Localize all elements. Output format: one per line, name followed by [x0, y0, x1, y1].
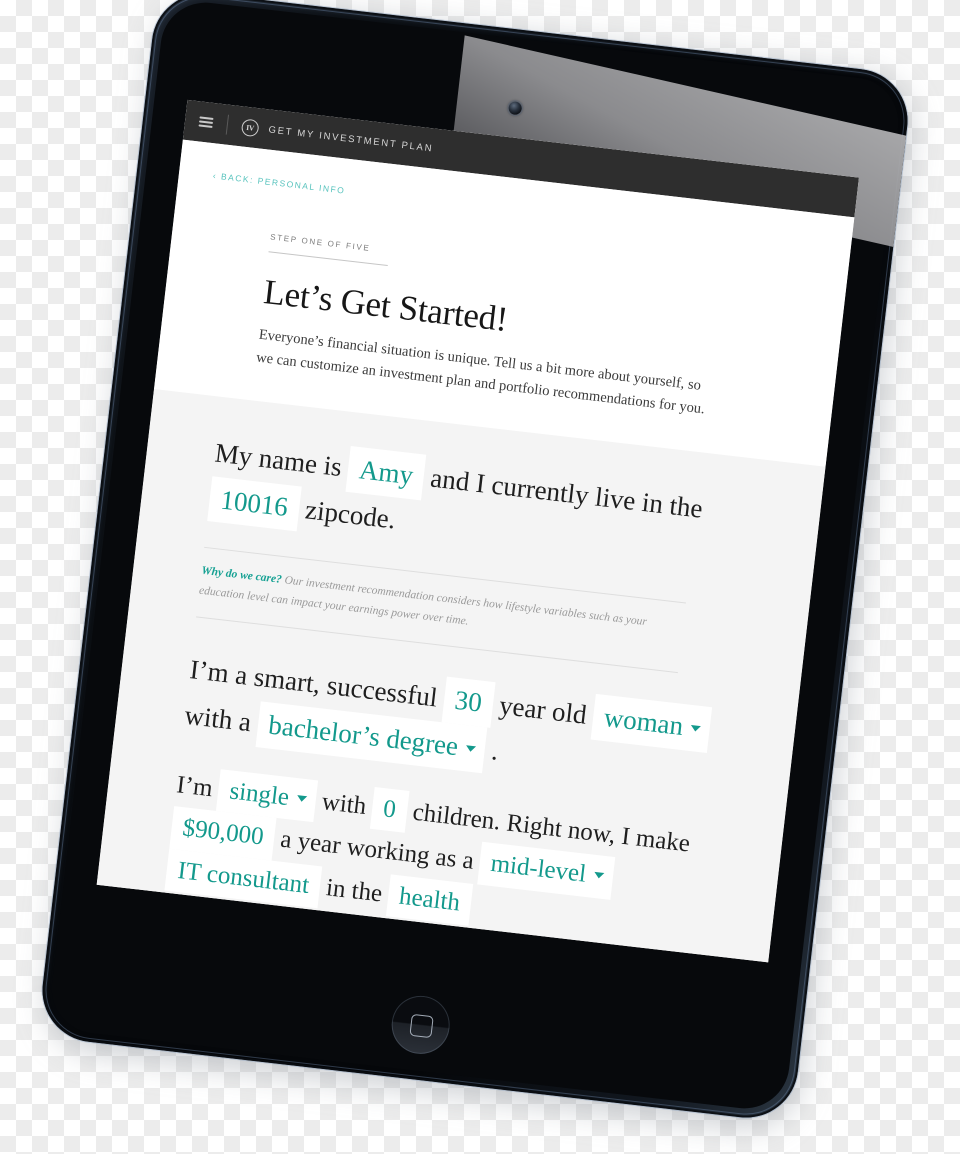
tablet-device: IV GET MY INVESTMENT PLAN ‹ BACK: PERSON… — [36, 0, 917, 1134]
screen-viewport: IV GET MY INVESTMENT PLAN ‹ BACK: PERSON… — [96, 99, 859, 963]
hamburger-menu-icon[interactable] — [198, 116, 214, 128]
household-text-2: with — [320, 787, 368, 820]
industry-input[interactable]: health — [385, 873, 474, 926]
education-select-value: bachelor’s degree — [267, 709, 460, 762]
gender-select-value: woman — [602, 702, 685, 742]
app-bar-title: GET MY INVESTMENT PLAN — [267, 123, 434, 154]
device-stage: IV GET MY INVESTMENT PLAN ‹ BACK: PERSON… — [0, 0, 960, 1154]
chevron-down-icon — [593, 872, 605, 880]
identity-text-3: live in the — [593, 481, 705, 524]
household-text-5: a year — [279, 825, 343, 860]
gender-select[interactable]: woman — [590, 693, 713, 753]
back-link[interactable]: ‹ BACK: PERSONAL INFO — [212, 170, 345, 195]
seniority-select[interactable]: mid-level — [477, 841, 616, 900]
form-section: My name is Amy and I currently live in t… — [96, 388, 826, 963]
identity-text-4: zipcode. — [303, 494, 398, 535]
age-input[interactable]: 30 — [441, 676, 496, 728]
app-bar-divider — [225, 114, 230, 135]
brand-logo-icon[interactable]: IV — [240, 117, 260, 137]
name-input[interactable]: Amy — [345, 445, 427, 501]
identity-text-1: My name is — [213, 437, 344, 482]
zipcode-input[interactable]: 10016 — [207, 475, 302, 532]
household-text-6: working as a — [345, 833, 476, 875]
chevron-down-icon — [465, 744, 477, 752]
demographics-text-2: year old — [497, 689, 589, 730]
household-text-1: I’m — [175, 770, 215, 802]
device-body: IV GET MY INVESTMENT PLAN ‹ BACK: PERSON… — [36, 0, 914, 1124]
step-indicator-rule — [268, 251, 388, 267]
why-we-care-lead: Why do we care? — [200, 565, 283, 587]
household-text-7: in the — [324, 873, 384, 908]
chevron-down-icon — [296, 794, 308, 803]
chevron-down-icon — [690, 724, 702, 732]
marital-status-value: single — [228, 776, 291, 811]
seniority-select-value: mid-level — [489, 849, 588, 888]
children-count-input[interactable]: 0 — [369, 786, 410, 833]
demographics-text-4: . — [489, 735, 501, 766]
identity-text-2: and I currently — [428, 462, 591, 511]
household-text-3: children. — [411, 798, 503, 836]
demographics-text-3: with a — [183, 699, 253, 738]
